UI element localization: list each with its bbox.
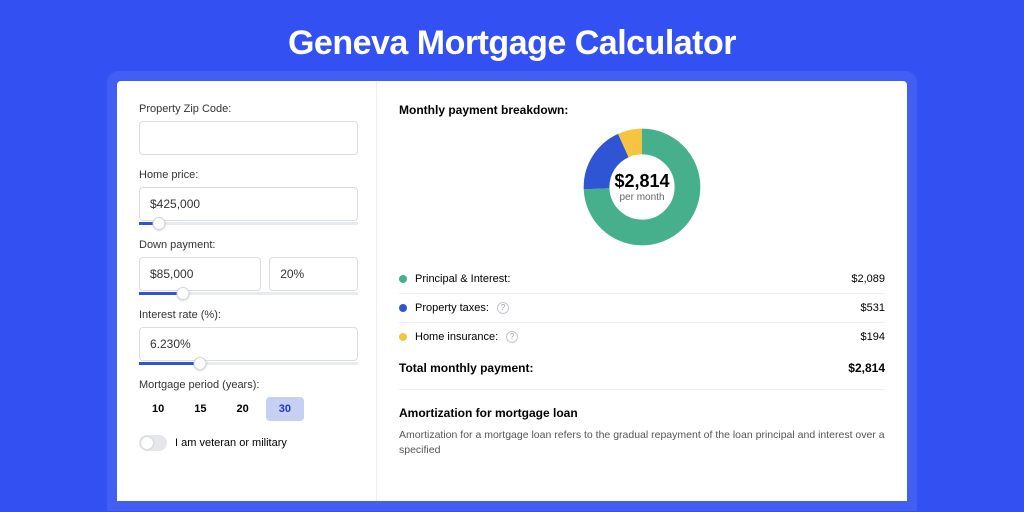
down-label: Down payment: (139, 239, 358, 251)
legend-value: $531 (861, 302, 885, 314)
rate-slider-fill (139, 362, 200, 365)
down-slider[interactable] (139, 292, 358, 295)
down-percent-input[interactable] (269, 257, 358, 291)
down-slider-knob[interactable] (176, 287, 189, 300)
rate-row: Interest rate (%): (139, 309, 358, 365)
period-tab-15[interactable]: 15 (181, 397, 219, 421)
rate-slider-knob[interactable] (194, 357, 207, 370)
legend-row: Home insurance:? $194 (399, 323, 885, 351)
price-slider-knob[interactable] (152, 217, 165, 230)
page-title: Geneva Mortgage Calculator (0, 0, 1024, 81)
zip-row: Property Zip Code: (139, 103, 358, 155)
zip-label: Property Zip Code: (139, 103, 358, 115)
period-tab-10[interactable]: 10 (139, 397, 177, 421)
help-icon[interactable]: ? (506, 331, 518, 343)
price-input[interactable] (139, 187, 358, 221)
donut-center-sub: per month (619, 192, 664, 203)
rate-input[interactable] (139, 327, 358, 361)
payment-donut-chart: $2,814 per month (582, 127, 702, 247)
legend-label: Principal & Interest: (415, 273, 510, 285)
legend-dot-icon (399, 304, 407, 312)
legend-label: Home insurance: (415, 331, 498, 343)
donut-wrap: $2,814 per month (399, 117, 885, 265)
legend-row: Property taxes:? $531 (399, 294, 885, 323)
period-tab-30[interactable]: 30 (266, 397, 304, 421)
legend-dot-icon (399, 333, 407, 341)
down-row: Down payment: (139, 239, 358, 295)
form-panel: Property Zip Code: Home price: Down paym… (117, 81, 377, 501)
rate-label: Interest rate (%): (139, 309, 358, 321)
donut-center-amount: $2,814 (614, 171, 669, 192)
veteran-row: I am veteran or military (139, 435, 358, 451)
total-row: Total monthly payment: $2,814 (399, 351, 885, 390)
period-tabs: 10152030 (139, 397, 358, 421)
zip-input[interactable] (139, 121, 358, 155)
legend-label: Property taxes: (415, 302, 489, 314)
amortization-text: Amortization for a mortgage loan refers … (399, 428, 885, 457)
breakdown-panel: Monthly payment breakdown: $2,814 per mo… (377, 81, 907, 501)
price-slider[interactable] (139, 222, 358, 225)
period-label: Mortgage period (years): (139, 379, 358, 391)
total-value: $2,814 (848, 361, 885, 375)
legend-value: $2,089 (851, 273, 885, 285)
rate-slider[interactable] (139, 362, 358, 365)
period-row: Mortgage period (years): 10152030 (139, 379, 358, 421)
legend-row: Principal & Interest: $2,089 (399, 265, 885, 294)
period-tab-20[interactable]: 20 (224, 397, 262, 421)
breakdown-title: Monthly payment breakdown: (399, 103, 885, 117)
amortization-title: Amortization for mortgage loan (399, 406, 885, 420)
price-row: Home price: (139, 169, 358, 225)
total-label: Total monthly payment: (399, 361, 533, 375)
price-label: Home price: (139, 169, 358, 181)
legend: Principal & Interest: $2,089 Property taxe… (399, 265, 885, 351)
legend-value: $194 (861, 331, 885, 343)
calculator-card: Property Zip Code: Home price: Down paym… (117, 81, 907, 501)
veteran-label: I am veteran or military (175, 437, 287, 449)
down-amount-input[interactable] (139, 257, 261, 291)
help-icon[interactable]: ? (497, 302, 509, 314)
veteran-toggle[interactable] (139, 435, 167, 451)
legend-dot-icon (399, 275, 407, 283)
